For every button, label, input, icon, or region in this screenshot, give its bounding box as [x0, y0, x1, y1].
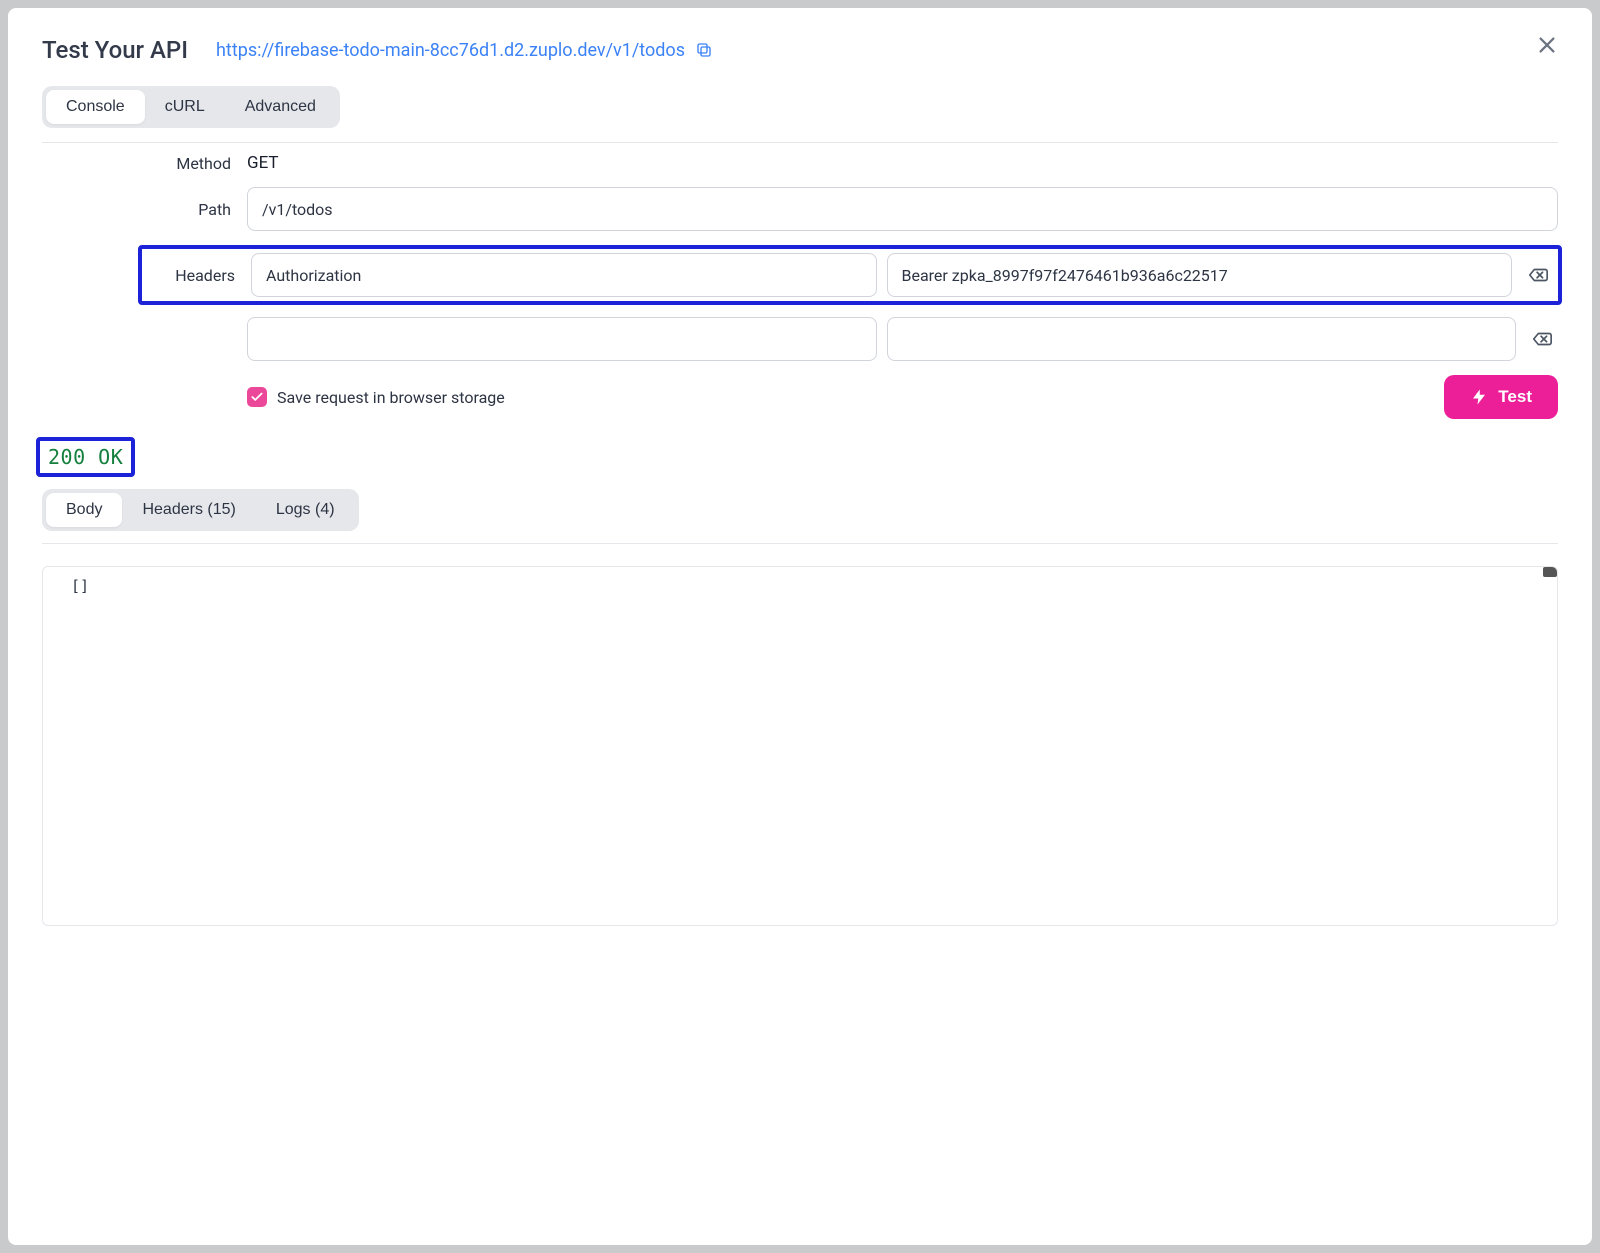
modal-title: Test Your API — [42, 36, 188, 64]
divider — [42, 543, 1558, 544]
delete-header-icon[interactable] — [1527, 264, 1549, 286]
api-url-text: https://firebase-todo-main-8cc76d1.d2.zu… — [216, 40, 685, 61]
header-key-input-1[interactable] — [247, 317, 877, 361]
check-icon — [250, 390, 264, 404]
response-status-highlight: 200 OK — [36, 437, 135, 477]
modal-header: Test Your API https://firebase-todo-main… — [42, 36, 1558, 64]
header-value-input-0[interactable] — [887, 253, 1513, 297]
save-request-label: Save request in browser storage — [277, 388, 505, 407]
tab-curl[interactable]: cURL — [145, 90, 225, 124]
headers-label: Headers — [151, 266, 241, 285]
request-form: Method GET Path — [42, 153, 1558, 231]
close-button[interactable] — [1536, 34, 1562, 60]
method-label: Method — [47, 154, 237, 173]
response-body-content: [] — [71, 577, 89, 595]
save-request-checkbox-row[interactable]: Save request in browser storage — [247, 387, 505, 407]
copy-icon — [695, 41, 713, 59]
request-tabs: Console cURL Advanced — [42, 86, 340, 128]
delete-header-icon[interactable] — [1531, 328, 1553, 350]
tab-advanced[interactable]: Advanced — [225, 90, 336, 124]
test-button-label: Test — [1498, 387, 1532, 407]
header-value-input-1[interactable] — [887, 317, 1517, 361]
tab-body[interactable]: Body — [46, 493, 122, 527]
path-input[interactable] — [247, 187, 1558, 231]
save-request-checkbox[interactable] — [247, 387, 267, 407]
response-body[interactable]: [] — [42, 566, 1558, 926]
api-url-link[interactable]: https://firebase-todo-main-8cc76d1.d2.zu… — [216, 40, 713, 61]
close-icon — [1536, 34, 1558, 56]
tab-console[interactable]: Console — [46, 90, 145, 124]
test-button[interactable]: Test — [1444, 375, 1558, 419]
method-value: GET — [247, 153, 1558, 173]
header-key-input-0[interactable] — [251, 253, 877, 297]
path-label: Path — [47, 200, 237, 219]
divider — [42, 142, 1558, 143]
response-status: 200 OK — [48, 445, 123, 469]
status-text: OK — [98, 445, 123, 469]
actions-row: Save request in browser storage Test — [42, 375, 1558, 419]
status-code: 200 — [48, 445, 86, 469]
tab-response-headers[interactable]: Headers (15) — [122, 493, 255, 527]
response-tabs: Body Headers (15) Logs (4) — [42, 489, 359, 531]
lightning-icon — [1470, 388, 1488, 406]
test-api-modal: Test Your API https://firebase-todo-main… — [8, 8, 1592, 1245]
scrollbar-thumb[interactable] — [1543, 567, 1557, 577]
tab-logs[interactable]: Logs (4) — [256, 493, 355, 527]
